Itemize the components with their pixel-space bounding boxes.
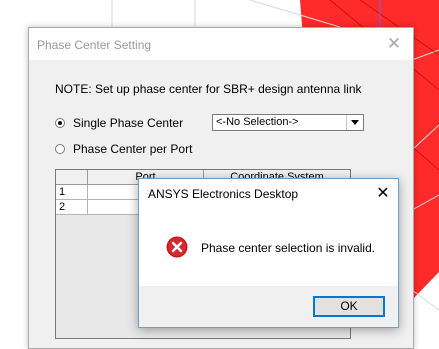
note-text: NOTE: Set up phase center for SBR+ desig… bbox=[55, 82, 362, 96]
phase-center-select[interactable]: <-No Selection-> bbox=[212, 114, 364, 131]
dialog-title: Phase Center Setting bbox=[37, 38, 152, 52]
per-port-option[interactable]: Phase Center per Port bbox=[55, 142, 192, 156]
phase-center-select-value: <-No Selection-> bbox=[216, 116, 299, 128]
error-icon bbox=[166, 236, 188, 258]
single-phase-center-option[interactable]: Single Phase Center bbox=[55, 116, 183, 130]
chevron-down-icon[interactable] bbox=[346, 115, 363, 130]
per-port-radio[interactable] bbox=[55, 144, 65, 154]
single-phase-center-radio[interactable] bbox=[55, 118, 65, 128]
row-number: 2 bbox=[56, 200, 88, 214]
message-box-close-button[interactable]: ✕ bbox=[375, 183, 391, 203]
message-box-title: ANSYS Electronics Desktop bbox=[148, 187, 299, 201]
per-port-label: Phase Center per Port bbox=[73, 142, 193, 156]
grid-corner-header bbox=[56, 170, 88, 185]
ok-button[interactable]: OK bbox=[313, 296, 385, 317]
single-phase-center-label: Single Phase Center bbox=[73, 116, 184, 130]
dialog-titlebar: Phase Center Setting ✕ bbox=[29, 28, 413, 60]
message-box-footer: OK bbox=[139, 286, 398, 327]
error-message-text: Phase center selection is invalid. bbox=[201, 241, 376, 255]
error-message-box: ANSYS Electronics Desktop ✕ Phase center… bbox=[138, 178, 399, 328]
row-number: 1 bbox=[56, 185, 88, 199]
dialog-close-button[interactable]: ✕ bbox=[385, 34, 403, 54]
